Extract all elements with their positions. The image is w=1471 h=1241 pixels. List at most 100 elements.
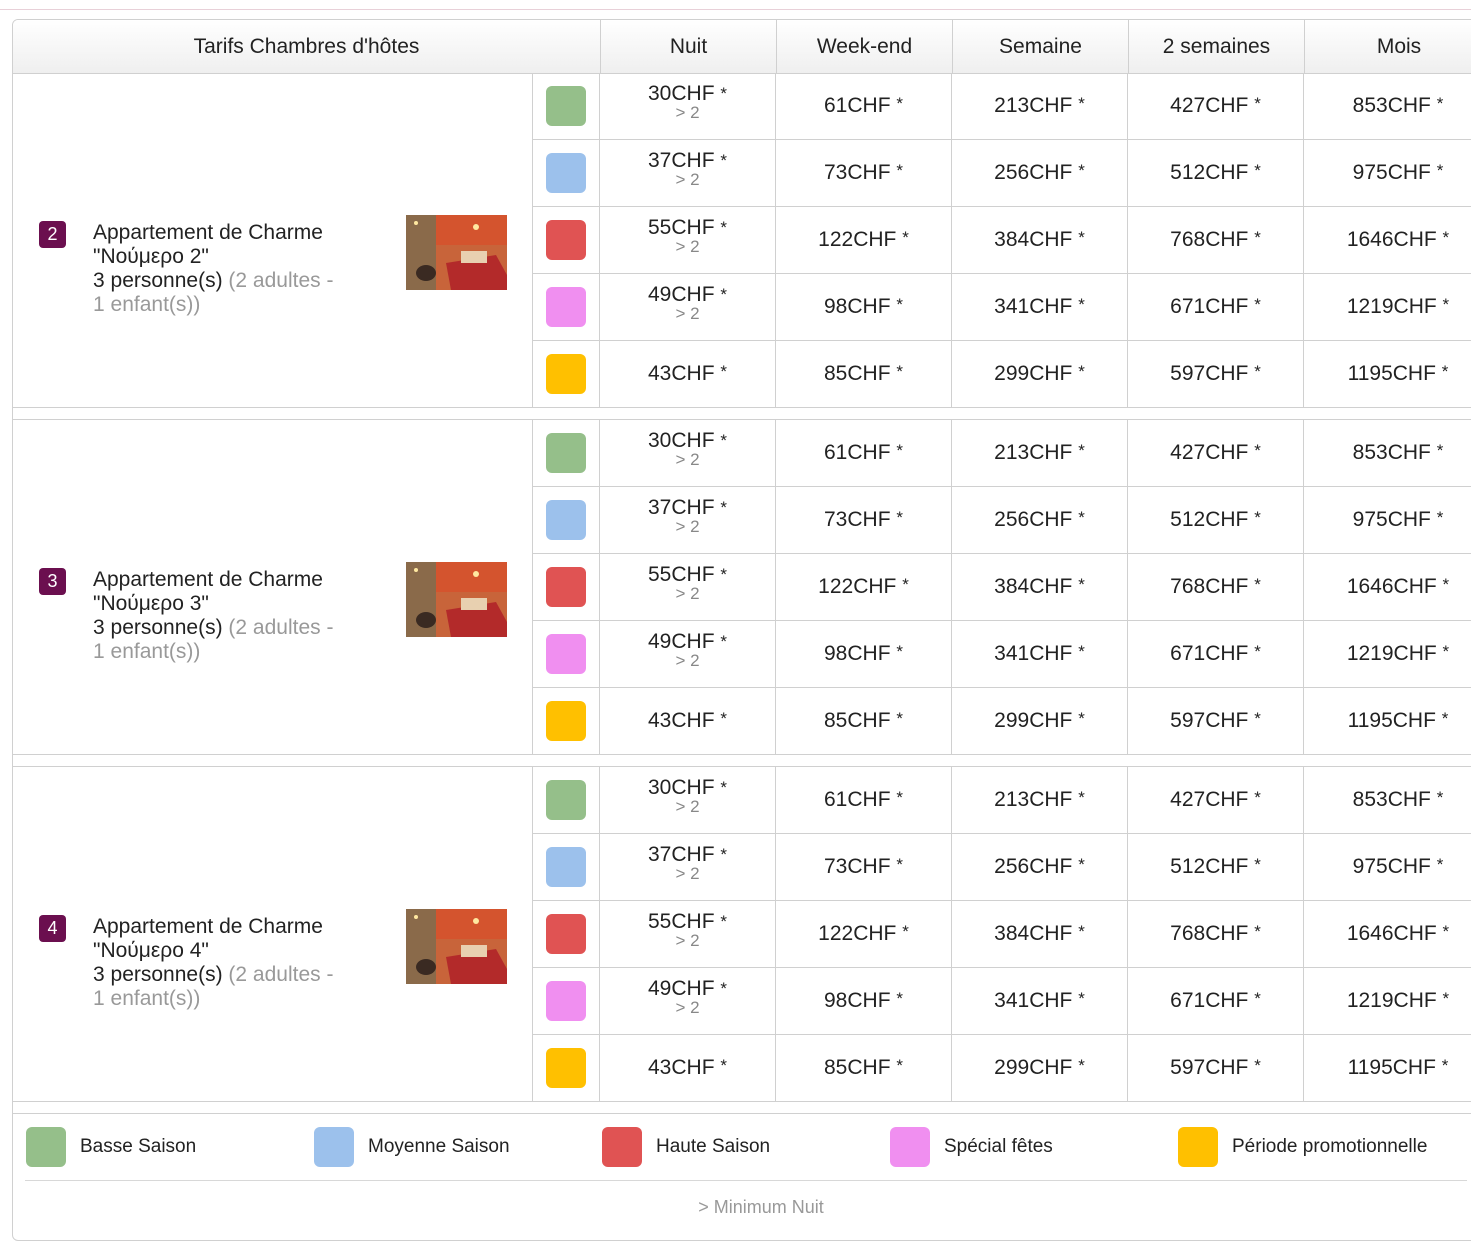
minimum-nights: > 2 [675,450,700,469]
price-value: 37CHF [648,843,715,866]
price-asterisk: * [1078,642,1085,661]
price-asterisk: * [1254,709,1261,728]
rate-row: 55CHF * > 2 122CHF * 384CHF * 768CHF * 1646CH… [533,901,1471,968]
price-asterisk: * [1078,855,1085,874]
price-value: 122CHF [818,922,897,945]
room-description[interactable]: Appartement de Charme "Νούμερο 2" 3 person… [93,221,393,317]
room-number-badge: 2 [39,221,66,248]
price-value: 341CHF [994,295,1073,318]
block-separator [13,754,1471,767]
price-nuit: 49CHF * > 2 [600,968,776,1034]
minimum-nuit-note: > Minimum Nuit [698,1197,824,1217]
price-asterisk: * [720,778,727,797]
season-swatch [546,287,586,327]
room-occupancy-detail-line2: 1 enfant(s)) [93,293,201,316]
season-cell [533,688,600,754]
room-occupancy-detail-line2: 1 enfant(s)) [93,640,201,663]
room-description[interactable]: Appartement de Charme "Νούμερο 3" 3 person… [93,568,393,664]
price-value: 768CHF [1170,575,1249,598]
minimum-nights: > 2 [675,103,700,122]
price-value: 1646CHF [1346,575,1437,598]
rate-row: 49CHF * > 2 98CHF * 341CHF * 671CHF * 1219CHF… [533,621,1471,688]
price-semaine: 256CHF * [952,834,1128,900]
price-value: 768CHF [1170,228,1249,251]
price-value: 43CHF [648,362,715,385]
price-asterisk: * [1254,508,1261,527]
price-asterisk: * [902,922,909,941]
price-2-semaines: 512CHF * [1128,140,1304,206]
price-asterisk: * [1078,362,1085,381]
price-asterisk: * [1442,642,1450,661]
legend-label: Basse Saison [80,1136,197,1157]
price-week-end: 61CHF * [776,420,952,486]
price-value: 1219CHF [1346,642,1437,665]
room-name-line2: "Νούμερο 3" [93,592,209,615]
price-asterisk: * [1078,441,1085,460]
price-value: 1195CHF [1347,709,1436,732]
room-name-line2: "Νούμερο 2" [93,245,209,268]
price-semaine: 384CHF * [952,901,1128,967]
price-value: 213CHF [994,788,1073,811]
block-separator [13,407,1471,420]
price-nuit: 43CHF * [600,1035,776,1101]
price-asterisk: * [720,565,727,584]
price-value: 299CHF [994,1056,1073,1079]
minimum-nights: > 2 [675,517,700,536]
price-week-end: 61CHF * [776,73,952,139]
price-mois: 975CHF * [1304,487,1471,553]
room-capacity-line: 3 personne(s) (2 adultes - [93,269,393,293]
price-value: 256CHF [994,508,1073,531]
season-swatch [546,914,586,954]
price-week-end: 122CHF * [776,901,952,967]
room-photo[interactable] [406,562,507,637]
rate-row: 30CHF * > 2 61CHF * 213CHF * 427CHF * 853CHF … [533,73,1471,140]
minimum-nights: > 2 [675,170,700,189]
price-semaine: 213CHF * [952,420,1128,486]
price-asterisk: * [720,709,727,728]
price-week-end: 122CHF * [776,554,952,620]
price-semaine: 384CHF * [952,207,1128,273]
price-asterisk: * [1254,922,1261,941]
price-mois: 1646CHF * [1304,901,1471,967]
price-asterisk: * [1078,228,1085,247]
price-value: 853CHF [1352,788,1431,811]
price-semaine: 341CHF * [952,621,1128,687]
header-semaine: Semaine [952,20,1128,73]
minimum-nights: > 2 [675,651,700,670]
season-swatch [546,153,586,193]
price-value: 1646CHF [1346,228,1437,251]
price-nuit: 30CHF * > 2 [600,420,776,486]
price-value: 671CHF [1170,642,1249,665]
season-swatch [546,701,586,741]
price-mois: 1219CHF * [1304,274,1471,340]
price-value: 213CHF [994,441,1073,464]
price-week-end: 85CHF * [776,1035,952,1101]
price-value: 597CHF [1170,362,1249,385]
room-description[interactable]: Appartement de Charme "Νούμερο 4" 3 person… [93,915,393,1011]
price-value: 37CHF [648,149,715,172]
price-value: 671CHF [1170,295,1249,318]
price-semaine: 341CHF * [952,274,1128,340]
price-value: 30CHF [648,82,715,105]
price-nuit: 49CHF * > 2 [600,274,776,340]
price-value: 671CHF [1170,989,1249,1012]
minimum-nights: > 2 [675,998,700,1017]
price-value: 122CHF [818,228,897,251]
legend-swatch [890,1127,930,1167]
price-asterisk: * [896,161,903,180]
room-capacity: 3 personne(s) [93,616,223,639]
price-value: 49CHF [648,977,715,1000]
price-value: 256CHF [994,855,1073,878]
room-photo[interactable] [406,215,507,290]
room-photo[interactable] [406,909,507,984]
price-semaine: 256CHF * [952,140,1128,206]
rate-row: 43CHF * 85CHF * 299CHF * 597CHF * 1195CHF * [533,341,1471,407]
price-asterisk: * [1436,508,1444,527]
room-occupancy-detail: (2 adultes - [228,269,334,292]
price-value: 341CHF [994,642,1073,665]
price-asterisk: * [1254,855,1261,874]
price-week-end: 85CHF * [776,688,952,754]
price-value: 975CHF [1352,855,1431,878]
price-value: 37CHF [648,496,715,519]
price-semaine: 213CHF * [952,767,1128,833]
